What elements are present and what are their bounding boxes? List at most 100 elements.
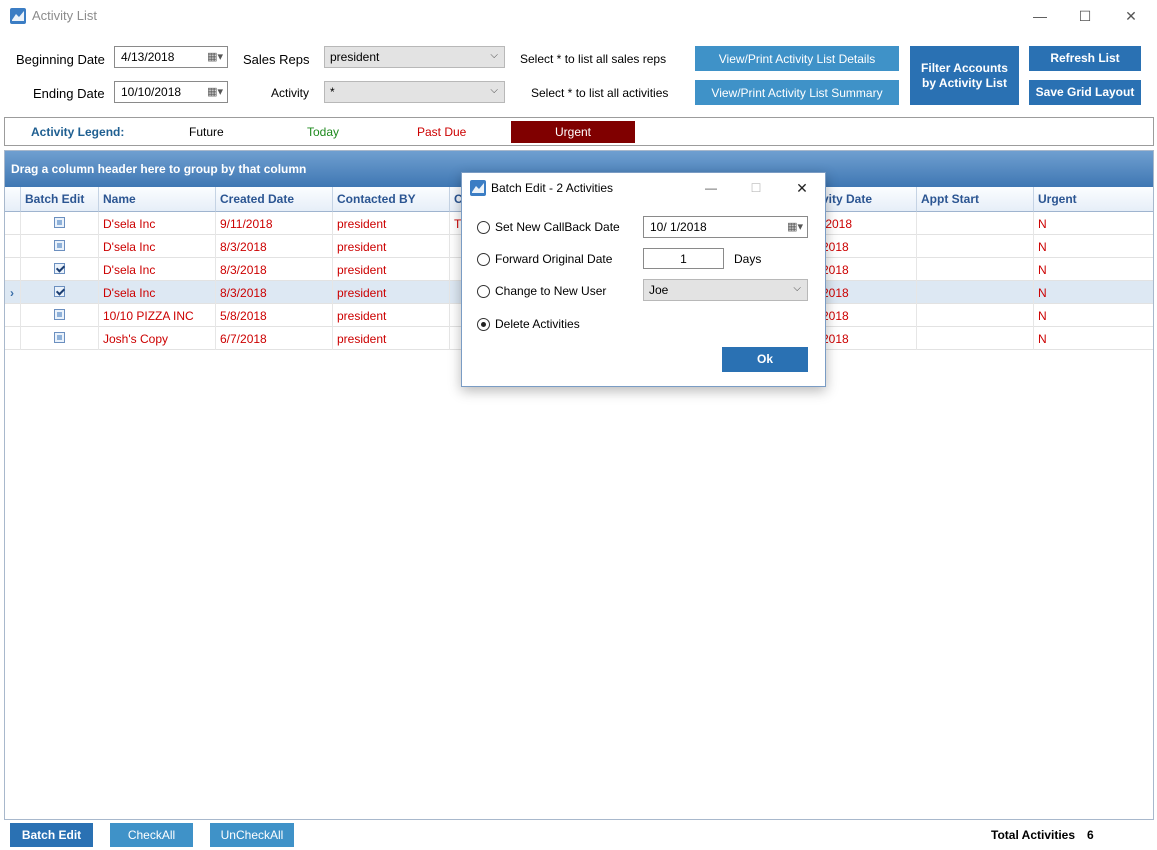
- batch-edit-checkbox[interactable]: [54, 217, 65, 228]
- cell-name: D'sela Inc: [99, 212, 216, 235]
- sales-reps-hint: Select * to list all sales reps: [520, 52, 667, 66]
- beginning-date-value: 4/13/2018: [121, 50, 175, 64]
- cell-name: Josh's Copy: [99, 327, 216, 350]
- batch-edit-checkbox[interactable]: [54, 286, 65, 297]
- legend-today: Today: [307, 125, 340, 139]
- cell-appt: [917, 235, 1034, 258]
- column-header-name[interactable]: Name: [99, 187, 216, 212]
- radio-set-callback-date[interactable]: [477, 221, 490, 234]
- filter-accounts-line1: Filter Accounts: [921, 60, 1008, 75]
- batch-edit-checkbox[interactable]: [54, 309, 65, 320]
- calendar-dropdown-icon[interactable]: ▦▾: [207, 50, 223, 63]
- ending-date-value: 10/10/2018: [121, 85, 182, 99]
- cell-contacted: president: [333, 212, 450, 235]
- cell-created: 5/8/2018: [216, 304, 333, 327]
- batch-edit-cell: [21, 258, 99, 281]
- filter-accounts-button[interactable]: Filter Accounts by Activity List: [910, 46, 1019, 105]
- cell-activity-date: 2018: [816, 258, 917, 281]
- cell-appt: [917, 304, 1034, 327]
- radio-change-user[interactable]: [477, 285, 490, 298]
- uncheck-all-button[interactable]: UnCheckAll: [210, 823, 294, 847]
- legend-future: Future: [189, 125, 224, 139]
- chevron-down-icon: ⌵: [490, 50, 498, 61]
- activity-value: *: [330, 85, 335, 99]
- total-activities-value: 6: [1087, 828, 1094, 842]
- batch-edit-cell: [21, 212, 99, 235]
- column-header-urgent[interactable]: Urgent: [1034, 187, 1153, 212]
- minimize-icon[interactable]: —: [689, 173, 733, 203]
- row-indicator-cell: [5, 258, 21, 281]
- column-header-created-date[interactable]: Created Date: [216, 187, 333, 212]
- app-icon: [470, 180, 486, 196]
- row-indicator-cell: ›: [5, 281, 21, 304]
- calendar-dropdown-icon[interactable]: ▦▾: [787, 220, 803, 233]
- chevron-down-icon: ⌵: [793, 283, 801, 294]
- ending-date-field[interactable]: 10/10/2018 ▦▾: [114, 81, 228, 103]
- radio-delete-activities[interactable]: [477, 318, 490, 331]
- cell-contacted: president: [333, 304, 450, 327]
- cell-created: 9/11/2018: [216, 212, 333, 235]
- check-all-button[interactable]: CheckAll: [110, 823, 193, 847]
- cell-appt: [917, 258, 1034, 281]
- column-header-activity-date[interactable]: vity Date: [816, 187, 917, 212]
- forward-days-input[interactable]: 1: [643, 248, 724, 269]
- cell-name: D'sela Inc: [99, 258, 216, 281]
- forward-original-label: Forward Original Date: [495, 252, 613, 266]
- cell-created: 6/7/2018: [216, 327, 333, 350]
- batch-edit-checkbox[interactable]: [54, 263, 65, 274]
- cell-contacted: president: [333, 281, 450, 304]
- maximize-icon: ☐: [750, 181, 762, 195]
- days-label: Days: [734, 252, 762, 266]
- cell-activity-date: 2018: [816, 327, 917, 350]
- cell-created: 8/3/2018: [216, 281, 333, 304]
- refresh-list-button[interactable]: Refresh List: [1029, 46, 1141, 71]
- maximize-icon[interactable]: ☐: [1062, 0, 1108, 32]
- new-user-value: Joe: [649, 283, 669, 297]
- legend-past-due: Past Due: [417, 125, 467, 139]
- cell-urgent: N: [1034, 235, 1153, 258]
- chevron-down-icon: ⌵: [490, 85, 498, 96]
- cell-contacted: president: [333, 235, 450, 258]
- batch-edit-cell: [21, 235, 99, 258]
- cell-appt: [917, 327, 1034, 350]
- column-header-appt-start[interactable]: Appt Start: [917, 187, 1034, 212]
- close-icon[interactable]: ✕: [1108, 0, 1154, 32]
- cell-appt: [917, 281, 1034, 304]
- minimize-icon[interactable]: —: [1017, 0, 1063, 32]
- batch-edit-cell: [21, 327, 99, 350]
- app-icon: [10, 8, 26, 24]
- new-user-select[interactable]: Joe ⌵: [643, 279, 808, 301]
- column-header-contacted-by[interactable]: Contacted BY: [333, 187, 450, 212]
- activity-hint: Select * to list all activities: [531, 86, 669, 100]
- column-header-batch-edit[interactable]: Batch Edit: [21, 187, 99, 212]
- cell-contacted: president: [333, 258, 450, 281]
- legend-title: Activity Legend:: [31, 125, 125, 139]
- cell-appt: [917, 212, 1034, 235]
- change-user-label: Change to New User: [495, 284, 607, 298]
- batch-edit-cell: [21, 281, 99, 304]
- cell-activity-date: 2018: [816, 235, 917, 258]
- callback-date-field[interactable]: 10/ 1/2018 ▦▾: [643, 216, 808, 238]
- set-callback-label: Set New CallBack Date: [495, 220, 620, 234]
- calendar-dropdown-icon[interactable]: ▦▾: [207, 85, 223, 98]
- batch-edit-checkbox[interactable]: [54, 240, 65, 251]
- cell-urgent: N: [1034, 281, 1153, 304]
- batch-edit-checkbox[interactable]: [54, 332, 65, 343]
- cell-created: 8/3/2018: [216, 235, 333, 258]
- ok-button[interactable]: Ok: [722, 347, 808, 372]
- view-details-button[interactable]: View/Print Activity List Details: [695, 46, 899, 71]
- save-grid-layout-button[interactable]: Save Grid Layout: [1029, 80, 1141, 105]
- close-icon[interactable]: ✕: [779, 173, 825, 203]
- batch-edit-button[interactable]: Batch Edit: [10, 823, 93, 847]
- sales-reps-select[interactable]: president ⌵: [324, 46, 505, 68]
- radio-forward-original-date[interactable]: [477, 253, 490, 266]
- window-titlebar: Activity List — ☐ ✕: [0, 0, 1157, 32]
- row-indicator-cell: [5, 327, 21, 350]
- activity-select[interactable]: * ⌵: [324, 81, 505, 103]
- beginning-date-field[interactable]: 4/13/2018 ▦▾: [114, 46, 228, 68]
- filter-accounts-line2: by Activity List: [922, 75, 1007, 90]
- sales-reps-label: Sales Reps: [243, 52, 310, 67]
- view-summary-button[interactable]: View/Print Activity List Summary: [695, 80, 899, 105]
- row-indicator-cell: [5, 304, 21, 327]
- batch-edit-dialog: Batch Edit - 2 Activities — ☐ ✕ Set New …: [461, 172, 826, 387]
